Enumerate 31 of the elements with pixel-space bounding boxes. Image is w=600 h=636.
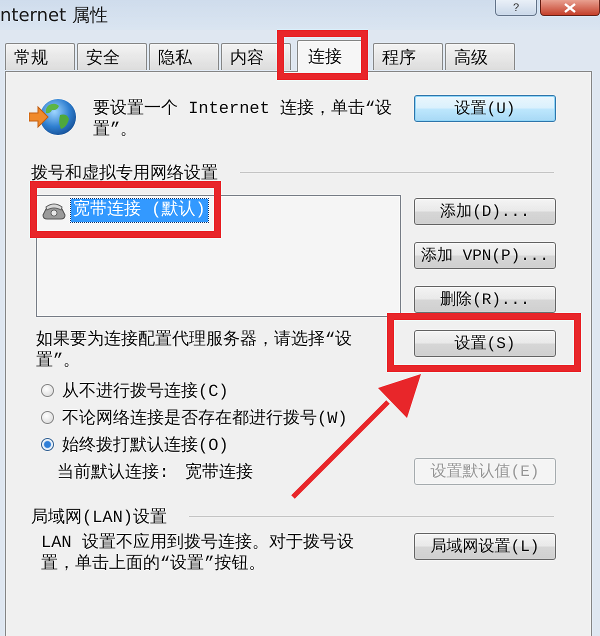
radio-label[interactable]: 从不进行拨号连接(C) [62, 379, 229, 402]
tab[interactable]: 常规 [5, 43, 75, 70]
radio-button[interactable] [41, 384, 54, 397]
proxy-text: 如果要为连接配置代理服务器，请选择“设置”。 [36, 330, 354, 372]
close-icon [564, 2, 576, 12]
connection-button[interactable]: 添加 VPN(P)... [414, 242, 556, 269]
globe-icon [29, 97, 77, 137]
radio-label[interactable]: 始终拨打默认连接(O) [62, 433, 229, 456]
tab[interactable]: 程序 [373, 43, 443, 70]
current-default-value: 宽带连接 [185, 462, 254, 483]
tab[interactable]: 高级 [445, 43, 515, 70]
instruction-text: 要设置一个 Internet 连接，单击“设置”。 [93, 99, 394, 141]
section-heading: 局域网(LAN)设置 [31, 507, 168, 528]
tab[interactable]: 隐私 [149, 43, 219, 70]
lan-settings-button[interactable]: 局域网设置(L) [414, 533, 556, 560]
phone-icon [41, 200, 67, 220]
setup-button[interactable]: 设置(U) [414, 95, 556, 122]
section-heading: 拨号和虚拟专用网络设置 [31, 162, 218, 184]
radio-button[interactable] [41, 438, 54, 451]
tab[interactable]: 安全 [77, 43, 147, 70]
radio-label[interactable]: 不论网络连接是否存在都进行拨号(W) [62, 406, 348, 429]
connection-button[interactable]: 删除(R)... [414, 286, 556, 313]
connection-button[interactable]: 添加(D)... [414, 198, 556, 225]
window-title: nternet 属性 [0, 4, 108, 27]
help-button[interactable]: ? [495, 0, 537, 16]
tab[interactable]: 内容 [221, 43, 291, 70]
radio-button[interactable] [41, 411, 54, 424]
lan-text: LAN 设置不应用到拨号连接。对于拨号设置，单击上面的“设置”按钮。 [41, 533, 355, 575]
current-default-label: 当前默认连接: [57, 462, 170, 483]
settings-button[interactable]: 设置(S) [414, 330, 556, 357]
close-button[interactable] [540, 0, 600, 16]
